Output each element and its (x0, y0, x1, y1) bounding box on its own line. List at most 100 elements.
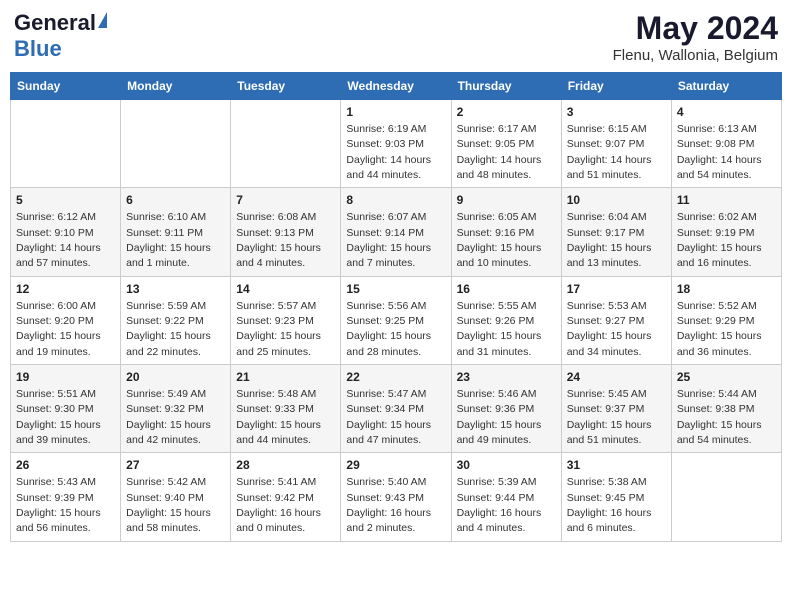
day-number: 11 (677, 192, 776, 209)
calendar-cell: 12 Sunrise: 6:00 AM Sunset: 9:20 PM Dayli… (11, 276, 121, 364)
calendar-cell: 3 Sunrise: 6:15 AM Sunset: 9:07 PM Daylig… (561, 100, 671, 188)
day-number: 2 (457, 104, 556, 121)
day-info: Sunrise: 6:04 AM Sunset: 9:17 PM Dayligh… (567, 211, 652, 269)
weekday-header-thursday: Thursday (451, 73, 561, 100)
day-number: 12 (16, 281, 115, 298)
page-header: General Blue May 2024 Flenu, Wallonia, B… (10, 10, 782, 64)
month-year-title: May 2024 (613, 10, 778, 47)
calendar-week-5: 26 Sunrise: 5:43 AM Sunset: 9:39 PM Dayli… (11, 453, 782, 541)
day-number: 23 (457, 369, 556, 386)
day-info: Sunrise: 5:41 AM Sunset: 9:42 PM Dayligh… (236, 476, 321, 534)
calendar-cell: 23 Sunrise: 5:46 AM Sunset: 9:36 PM Dayli… (451, 365, 561, 453)
calendar-cell: 19 Sunrise: 5:51 AM Sunset: 9:30 PM Dayli… (11, 365, 121, 453)
day-info: Sunrise: 5:57 AM Sunset: 9:23 PM Dayligh… (236, 300, 321, 358)
day-number: 3 (567, 104, 666, 121)
logo-general-text: General (14, 10, 96, 36)
day-info: Sunrise: 5:46 AM Sunset: 9:36 PM Dayligh… (457, 388, 542, 446)
calendar-cell: 13 Sunrise: 5:59 AM Sunset: 9:22 PM Dayli… (121, 276, 231, 364)
day-number: 9 (457, 192, 556, 209)
calendar-cell: 2 Sunrise: 6:17 AM Sunset: 9:05 PM Daylig… (451, 100, 561, 188)
day-number: 29 (346, 457, 445, 474)
weekday-header-sunday: Sunday (11, 73, 121, 100)
day-info: Sunrise: 5:48 AM Sunset: 9:33 PM Dayligh… (236, 388, 321, 446)
calendar-cell: 8Sunrise: 6:07 AM Sunset: 9:14 PM Daylig… (341, 188, 451, 276)
calendar-cell: 9Sunrise: 6:05 AM Sunset: 9:16 PM Daylig… (451, 188, 561, 276)
calendar-cell: 28 Sunrise: 5:41 AM Sunset: 9:42 PM Dayli… (231, 453, 341, 541)
calendar-cell: 16 Sunrise: 5:55 AM Sunset: 9:26 PM Dayli… (451, 276, 561, 364)
calendar-cell: 22Sunrise: 5:47 AM Sunset: 9:34 PM Dayli… (341, 365, 451, 453)
calendar-cell: 1 Sunrise: 6:19 AM Sunset: 9:03 PM Daylig… (341, 100, 451, 188)
calendar-cell: 15Sunrise: 5:56 AM Sunset: 9:25 PM Dayli… (341, 276, 451, 364)
calendar-week-2: 5 Sunrise: 6:12 AM Sunset: 9:10 PM Daylig… (11, 188, 782, 276)
weekday-header-saturday: Saturday (671, 73, 781, 100)
day-info: Sunrise: 6:12 AM Sunset: 9:10 PM Dayligh… (16, 211, 101, 269)
day-info: Sunrise: 5:51 AM Sunset: 9:30 PM Dayligh… (16, 388, 101, 446)
calendar-week-4: 19 Sunrise: 5:51 AM Sunset: 9:30 PM Dayli… (11, 365, 782, 453)
day-info: Sunrise: 5:56 AM Sunset: 9:25 PM Dayligh… (346, 300, 431, 358)
day-info: Sunrise: 5:43 AM Sunset: 9:39 PM Dayligh… (16, 476, 101, 534)
day-number: 10 (567, 192, 666, 209)
calendar-body: 1 Sunrise: 6:19 AM Sunset: 9:03 PM Daylig… (11, 100, 782, 542)
weekday-header-row: SundayMondayTuesdayWednesdayThursdayFrid… (11, 73, 782, 100)
day-number: 28 (236, 457, 335, 474)
calendar-cell: 17 Sunrise: 5:53 AM Sunset: 9:27 PM Dayli… (561, 276, 671, 364)
day-info: Sunrise: 6:19 AM Sunset: 9:03 PM Dayligh… (346, 123, 431, 181)
day-number: 24 (567, 369, 666, 386)
day-info: Sunrise: 5:42 AM Sunset: 9:40 PM Dayligh… (126, 476, 211, 534)
day-number: 19 (16, 369, 115, 386)
day-number: 27 (126, 457, 225, 474)
day-number: 14 (236, 281, 335, 298)
title-block: May 2024 Flenu, Wallonia, Belgium (613, 10, 778, 64)
day-info: Sunrise: 5:40 AM Sunset: 9:43 PM Dayligh… (346, 476, 431, 534)
weekday-header-friday: Friday (561, 73, 671, 100)
weekday-header-wednesday: Wednesday (341, 73, 451, 100)
calendar-cell (231, 100, 341, 188)
calendar-cell: 6 Sunrise: 6:10 AM Sunset: 9:11 PM Daylig… (121, 188, 231, 276)
calendar-week-1: 1 Sunrise: 6:19 AM Sunset: 9:03 PM Daylig… (11, 100, 782, 188)
day-info: Sunrise: 6:02 AM Sunset: 9:19 PM Dayligh… (677, 211, 762, 269)
day-number: 1 (346, 104, 445, 121)
day-info: Sunrise: 5:55 AM Sunset: 9:26 PM Dayligh… (457, 300, 542, 358)
calendar-cell: 14 Sunrise: 5:57 AM Sunset: 9:23 PM Dayli… (231, 276, 341, 364)
calendar-cell: 5 Sunrise: 6:12 AM Sunset: 9:10 PM Daylig… (11, 188, 121, 276)
day-number: 4 (677, 104, 776, 121)
day-info: Sunrise: 6:08 AM Sunset: 9:13 PM Dayligh… (236, 211, 321, 269)
day-number: 5 (16, 192, 115, 209)
day-info: Sunrise: 5:49 AM Sunset: 9:32 PM Dayligh… (126, 388, 211, 446)
calendar-cell: 25Sunrise: 5:44 AM Sunset: 9:38 PM Dayli… (671, 365, 781, 453)
calendar-cell: 11 Sunrise: 6:02 AM Sunset: 9:19 PM Dayli… (671, 188, 781, 276)
logo-blue-text: Blue (14, 36, 62, 62)
day-number: 26 (16, 457, 115, 474)
calendar-cell: 20 Sunrise: 5:49 AM Sunset: 9:32 PM Dayli… (121, 365, 231, 453)
day-number: 7 (236, 192, 335, 209)
day-number: 8 (346, 192, 445, 209)
day-number: 17 (567, 281, 666, 298)
weekday-header-tuesday: Tuesday (231, 73, 341, 100)
calendar-table: SundayMondayTuesdayWednesdayThursdayFrid… (10, 72, 782, 542)
calendar-cell: 21Sunrise: 5:48 AM Sunset: 9:33 PM Dayli… (231, 365, 341, 453)
day-info: Sunrise: 5:53 AM Sunset: 9:27 PM Dayligh… (567, 300, 652, 358)
day-number: 16 (457, 281, 556, 298)
day-info: Sunrise: 5:38 AM Sunset: 9:45 PM Dayligh… (567, 476, 652, 534)
location-subtitle: Flenu, Wallonia, Belgium (613, 47, 778, 64)
day-number: 13 (126, 281, 225, 298)
day-info: Sunrise: 6:13 AM Sunset: 9:08 PM Dayligh… (677, 123, 762, 181)
calendar-cell: 4 Sunrise: 6:13 AM Sunset: 9:08 PM Daylig… (671, 100, 781, 188)
calendar-cell: 7 Sunrise: 6:08 AM Sunset: 9:13 PM Daylig… (231, 188, 341, 276)
day-info: Sunrise: 5:59 AM Sunset: 9:22 PM Dayligh… (126, 300, 211, 358)
calendar-cell (121, 100, 231, 188)
calendar-cell: 27 Sunrise: 5:42 AM Sunset: 9:40 PM Dayli… (121, 453, 231, 541)
day-info: Sunrise: 5:44 AM Sunset: 9:38 PM Dayligh… (677, 388, 762, 446)
calendar-week-3: 12 Sunrise: 6:00 AM Sunset: 9:20 PM Dayli… (11, 276, 782, 364)
day-info: Sunrise: 6:15 AM Sunset: 9:07 PM Dayligh… (567, 123, 652, 181)
day-info: Sunrise: 6:10 AM Sunset: 9:11 PM Dayligh… (126, 211, 211, 269)
day-info: Sunrise: 6:17 AM Sunset: 9:05 PM Dayligh… (457, 123, 542, 181)
day-number: 6 (126, 192, 225, 209)
logo-triangle-icon (98, 12, 107, 28)
day-number: 30 (457, 457, 556, 474)
day-number: 31 (567, 457, 666, 474)
day-number: 20 (126, 369, 225, 386)
day-info: Sunrise: 6:00 AM Sunset: 9:20 PM Dayligh… (16, 300, 101, 358)
calendar-cell: 26 Sunrise: 5:43 AM Sunset: 9:39 PM Dayli… (11, 453, 121, 541)
calendar-cell: 29 Sunrise: 5:40 AM Sunset: 9:43 PM Dayli… (341, 453, 451, 541)
